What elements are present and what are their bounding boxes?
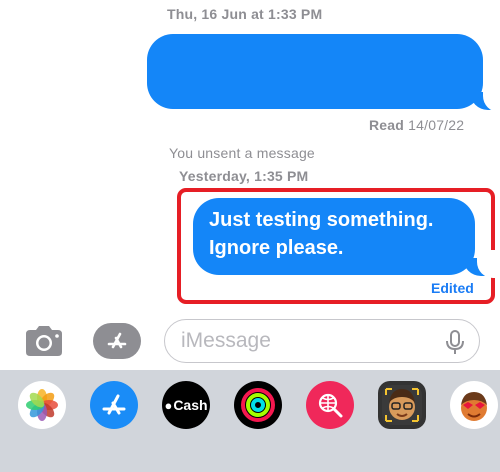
apps-button[interactable] bbox=[93, 323, 141, 359]
apple-logo-icon: ● bbox=[164, 397, 173, 413]
read-date: 14/07/22 bbox=[408, 117, 465, 133]
message-input[interactable] bbox=[165, 328, 433, 354]
read-receipt: Read 14/07/22 bbox=[369, 117, 464, 133]
app-store-app[interactable] bbox=[90, 381, 138, 429]
app-store-icon bbox=[107, 332, 127, 349]
memoji-app[interactable] bbox=[378, 381, 426, 429]
web-search-app[interactable] bbox=[306, 381, 354, 429]
activity-app[interactable] bbox=[234, 381, 282, 429]
edited-label[interactable]: Edited bbox=[431, 280, 474, 296]
web-search-icon bbox=[318, 393, 343, 418]
message-input-container bbox=[164, 319, 480, 363]
camera-icon bbox=[26, 326, 62, 356]
edited-message-bubble[interactable]: Just testing something. Ignore please. bbox=[193, 198, 475, 275]
memoji-icon bbox=[382, 385, 422, 425]
timestamp: Yesterday, 1:35 PM bbox=[179, 168, 309, 184]
memoji-stickers-app[interactable] bbox=[450, 381, 498, 429]
photos-icon bbox=[26, 389, 58, 421]
unsent-notice: You unsent a message bbox=[169, 145, 315, 161]
read-label: Read bbox=[369, 117, 405, 133]
photos-app[interactable] bbox=[18, 381, 66, 429]
app-store-icon bbox=[102, 394, 126, 415]
camera-button[interactable] bbox=[22, 320, 66, 364]
activity-icon bbox=[241, 388, 275, 422]
apple-cash-app[interactable]: ● Cash bbox=[162, 381, 210, 429]
sent-message-bubble[interactable] bbox=[147, 34, 483, 109]
cash-label: Cash bbox=[173, 397, 208, 413]
message-text: Just testing something. Ignore please. bbox=[209, 209, 434, 259]
microphone-icon[interactable] bbox=[445, 330, 465, 356]
timestamp: Thu, 16 Jun at 1:33 PM bbox=[167, 6, 323, 22]
memoji-stickers-icon bbox=[461, 392, 487, 421]
